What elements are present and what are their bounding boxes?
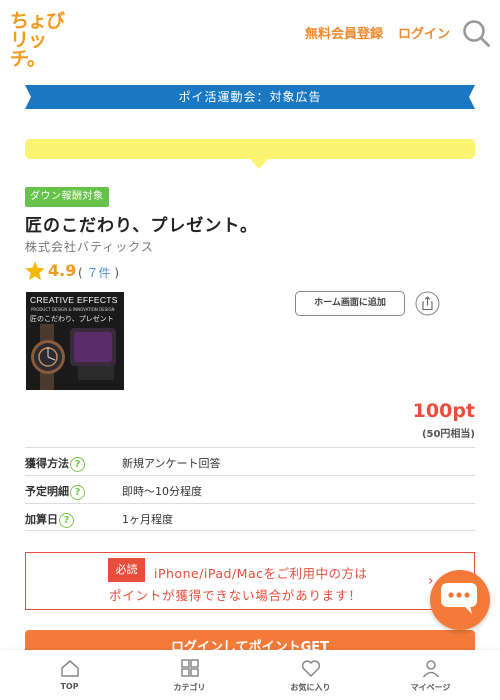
nav-item-favorites[interactable]: お気に入り <box>248 650 373 700</box>
nav-label: カテゴリ <box>173 683 206 692</box>
company-name: 株式会社バティックス <box>25 240 154 254</box>
info-row-schedule: 予定明細? 即時～10分程度 <box>25 475 475 503</box>
login-link[interactable]: ログイン <box>398 23 450 42</box>
heart-icon <box>301 660 320 678</box>
thumb-line1: CREATIVE EFFECTS <box>30 295 118 305</box>
nav-label: マイページ <box>410 683 451 692</box>
logo-line2: リッチ。 <box>10 29 47 70</box>
info-label-text: 予定明細 <box>25 485 69 498</box>
help-icon[interactable]: ? <box>59 512 74 528</box>
ad-title: 匠のこだわり、プレゼント。 <box>25 216 258 236</box>
info-row-method: 獲得方法? 新規アンケート回答 <box>25 447 475 475</box>
review-count[interactable]: ( ７件 ) <box>78 264 119 281</box>
home-icon <box>60 660 79 677</box>
nav-item-top[interactable]: TOP <box>7 650 132 700</box>
banner-text: ポイ活運動会：対象広告 <box>178 90 322 104</box>
user-icon <box>422 660 439 678</box>
add-to-home-button[interactable]: ホーム画面に追加 <box>295 291 405 316</box>
ad-thumbnail: CREATIVE EFFECTS PRODUCT DESIGN & INNOVA… <box>26 292 124 390</box>
chobirich-logo[interactable]: ちょび リッチ。 <box>10 12 72 69</box>
info-row-credit-date: 加算日? 1ヶ月程度 <box>25 503 475 531</box>
info-label-text: 加算日 <box>25 513 58 526</box>
info-label: 加算日? <box>25 511 74 528</box>
reward-down-badge: ダウン報酬対象 <box>25 187 109 207</box>
info-value: 即時～10分程度 <box>122 485 202 498</box>
notice-line1: iPhone/iPad/Macをご利用中の方は <box>154 566 368 581</box>
nav-item-category[interactable]: カテゴリ <box>127 650 252 700</box>
nav-label: TOP <box>60 682 79 691</box>
bottom-navigation: TOP カテゴリ お気に入り マイページ <box>0 650 500 700</box>
campaign-banner: ポイ活運動会：対象広告 <box>25 85 475 109</box>
notice-balloon <box>25 139 475 159</box>
chat-support-button[interactable] <box>430 570 490 630</box>
register-link[interactable]: 無料会員登録 <box>305 23 383 42</box>
info-label-text: 獲得方法 <box>25 457 69 470</box>
star-icon <box>25 261 45 280</box>
nav-item-mypage[interactable]: マイページ <box>368 650 493 700</box>
chat-icon <box>441 583 477 614</box>
category-icon <box>180 659 199 677</box>
site-header: ちょび リッチ。 無料会員登録 ログイン <box>0 0 500 69</box>
info-value: 1ヶ月程度 <box>122 513 173 526</box>
review-count-number[interactable]: ７件 <box>87 266 111 280</box>
notice-line2: ポイントが獲得できない場合があります！ <box>109 588 362 603</box>
must-read-badge: 必読 <box>108 558 145 582</box>
help-icon[interactable]: ? <box>70 456 85 472</box>
ios-warning-notice[interactable]: 必読 iPhone/iPad/Macをご利用中の方は ポイントが獲得できない場合… <box>25 552 475 610</box>
thumb-line3: 匠のこだわり、プレゼント <box>30 315 114 323</box>
watch-product-image <box>26 324 124 390</box>
info-value: 新規アンケート回答 <box>122 457 221 470</box>
thumb-line2: PRODUCT DESIGN & INNOVATION DESIGN <box>31 307 115 312</box>
help-icon[interactable]: ? <box>70 484 85 500</box>
balloon-tail <box>250 159 268 169</box>
nav-label: お気に入り <box>290 683 331 692</box>
rating-close: ) <box>114 266 120 280</box>
info-label: 予定明細? <box>25 483 85 500</box>
reward-yen-equivalent: (50円相当) <box>421 429 475 440</box>
share-icon[interactable] <box>415 291 440 316</box>
reward-points: 100pt <box>412 400 475 422</box>
info-label: 獲得方法? <box>25 455 85 472</box>
rating-open: ( <box>78 266 83 280</box>
search-icon[interactable] <box>462 19 490 47</box>
rating-score: 4.9 <box>48 261 77 280</box>
